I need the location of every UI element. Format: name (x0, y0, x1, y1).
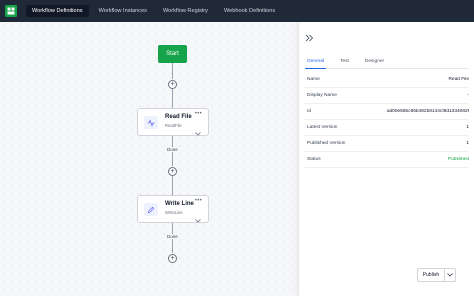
property-row: Id ad00e58bc86b482b8144cf8d1334082f (305, 104, 469, 120)
designer-canvas[interactable] (0, 22, 298, 296)
connector-label: Done (166, 234, 179, 239)
node-type: ReadFile (165, 123, 182, 128)
connector-line (172, 89, 173, 108)
chevron-down-icon[interactable] (195, 210, 201, 228)
tab-designer[interactable]: Designer (363, 57, 386, 69)
property-value: Read File (448, 77, 469, 82)
nav-workflow-instances[interactable]: Workflow Instances (93, 5, 153, 17)
add-activity-icon[interactable]: + (168, 254, 177, 263)
pencil-icon (144, 203, 158, 216)
nav-workflow-definitions[interactable]: Workflow Definitions (26, 5, 89, 17)
collapse-panel-icon[interactable] (305, 29, 314, 47)
top-nav: Workflow Definitions Workflow Instances … (0, 0, 474, 22)
connector-label: Done (166, 147, 179, 152)
nav-workflow-registry[interactable]: Workflow Registry (157, 5, 214, 17)
start-node[interactable]: Start (158, 45, 187, 63)
property-value: ad00e58bc86b482b8144cf8d1334082f (386, 109, 469, 114)
property-row: Status Published (305, 152, 469, 168)
property-row: Name Read File (305, 72, 469, 88)
connector-line (172, 63, 173, 79)
property-row: Published Version 1 (305, 136, 469, 152)
property-label: Status (307, 157, 321, 162)
connector-line (172, 176, 173, 195)
app-logo-icon[interactable] (0, 0, 22, 22)
node-type: WriteLine (165, 210, 183, 215)
property-row: Display Name - (305, 88, 469, 104)
node-menu-icon[interactable]: ••• (195, 111, 202, 117)
activity-node-write-line[interactable]: Write Line WriteLine ••• (137, 195, 209, 223)
properties-panel: General Test Designer Name Read File Dis… (298, 22, 474, 296)
tab-general[interactable]: General (305, 57, 327, 69)
property-label: Name (307, 77, 320, 82)
chevron-down-icon[interactable] (195, 123, 201, 141)
add-activity-icon[interactable]: + (168, 167, 177, 176)
status-badge: Published (447, 157, 469, 162)
property-label: Id (307, 109, 312, 114)
property-label: Published Version (307, 141, 346, 146)
publish-button[interactable]: Publish (417, 268, 444, 282)
node-menu-icon[interactable]: ••• (195, 198, 202, 204)
property-label: Display Name (307, 93, 337, 98)
property-value: 1 (466, 141, 469, 146)
publish-button-group: Publish (417, 268, 456, 282)
chevron-down-icon[interactable] (444, 268, 456, 282)
node-title: Write Line (165, 201, 194, 207)
property-row: Latest Version 1 (305, 120, 469, 136)
property-value: 1 (466, 125, 469, 130)
property-value: - (467, 93, 469, 98)
nav-webhook-definitions[interactable]: Webhook Definitions (218, 5, 281, 17)
property-label: Latest Version (307, 125, 338, 130)
panel-tabs: General Test Designer (305, 57, 469, 69)
activity-node-read-file[interactable]: Read File ReadFile ••• (137, 108, 209, 136)
node-title: Read File (165, 114, 192, 120)
tab-test[interactable]: Test (338, 57, 351, 69)
add-activity-icon[interactable]: + (168, 80, 177, 89)
activity-icon (144, 116, 158, 129)
